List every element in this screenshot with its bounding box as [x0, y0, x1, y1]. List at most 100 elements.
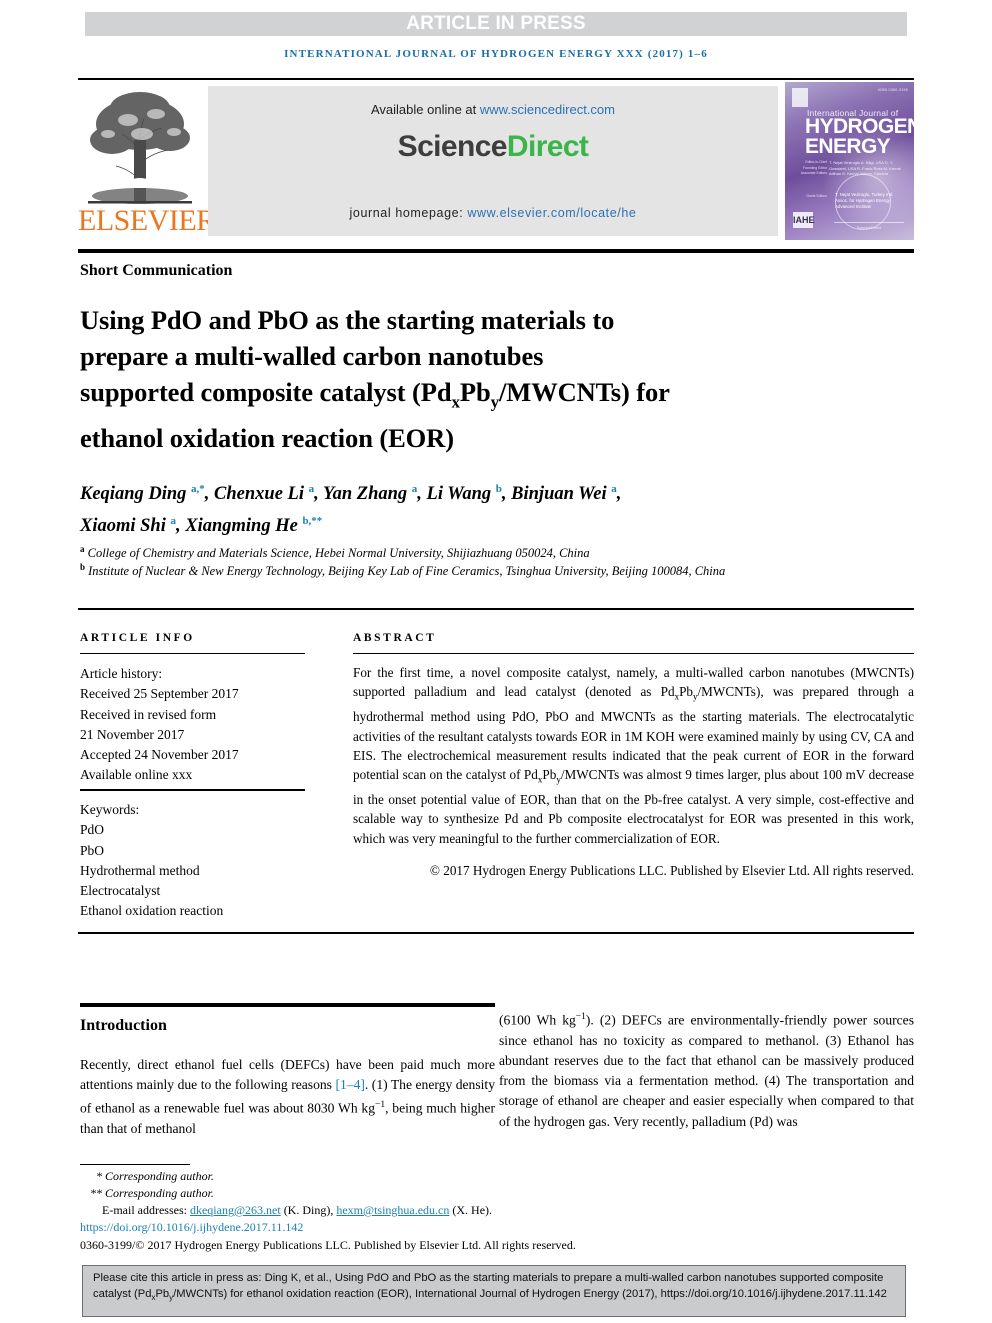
article-history-revised-date: 21 November 2017 [80, 726, 185, 742]
author-marker-b1: b [495, 483, 502, 495]
cover-footer-mark: ScienceDirect [834, 222, 904, 230]
title-sub-y: y [490, 392, 500, 412]
email-owner-he: (X. He). [449, 1203, 493, 1217]
abstract-heading: ABSTRACT [353, 632, 437, 644]
cite-part-3: /MWCNTs) for ethanol oxidation reaction … [173, 1287, 887, 1300]
article-history-block: Article history: Received 25 September 2… [80, 664, 315, 786]
info-section-bottom-rule [78, 932, 914, 934]
author-marker-a4: a [170, 515, 176, 528]
footnote-corresponding-author-2: ** Corresponding author. [90, 1186, 214, 1200]
available-online-line: Available online at www.sciencedirect.co… [208, 102, 778, 117]
page-title: Using PdO and PbO as the starting materi… [80, 302, 790, 456]
body-column-right: (6100 Wh kg−1). (2) DEFCs are environmen… [499, 1007, 914, 1132]
author-marker-a2: a [411, 483, 418, 495]
article-type-label: Short Communication [80, 262, 233, 279]
email-owner-ding: (K. Ding), [280, 1203, 337, 1217]
cover-iahe-badge: IAHE [793, 212, 815, 228]
author-marker-a-star: a,* [191, 483, 205, 495]
affiliation-b-text: Institute of Nuclear & New Energy Techno… [88, 564, 726, 579]
available-online-prefix: Available online at [370, 102, 480, 117]
title-line-1: Using PdO and PbO as the starting materi… [80, 305, 615, 335]
abstract-part-4: Pb [542, 767, 557, 783]
author-marker-b-star: b,** [302, 515, 323, 528]
keywords-block: Keywords: PdO PbO Hydrothermal method El… [80, 800, 315, 922]
article-history-received: Received 25 September 2017 [80, 686, 239, 702]
article-history-accepted: Accepted 24 November 2017 [80, 747, 239, 763]
intro-superscript-2: −1 [575, 1012, 586, 1022]
elsevier-wordmark: ELSEVIER [78, 204, 216, 237]
abstract-part-2: Pb [679, 684, 694, 700]
title-line-3a: supported composite catalyst (Pd [80, 377, 452, 407]
article-info-heading: ARTICLE INFO [80, 632, 195, 644]
keyword-item: Hydrothermal method [80, 862, 200, 878]
footnote-email-addresses: E-mail addresses: dkeqiang@263.net (K. D… [80, 1202, 662, 1219]
sciencedirect-logo: ScienceDirect [208, 130, 778, 164]
journal-homepage-line: journal homepage: www.elsevier.com/locat… [208, 206, 778, 220]
title-line-3b: Pb [459, 377, 491, 407]
sciencedirect-logo-direct: Direct [506, 130, 589, 163]
email-link-ding[interactable]: dkeqiang@263.net [190, 1203, 281, 1217]
cite-this-article-text: Please cite this article in press as: Di… [93, 1271, 897, 1305]
title-sub-x: x [451, 392, 460, 412]
footnote-separator-rule [80, 1164, 190, 1165]
intro-right-text-a: (6100 Wh kg [499, 1012, 576, 1028]
elsevier-logo: ELSEVIER [78, 82, 216, 240]
intro-superscript-1: −1 [375, 1100, 386, 1111]
journal-homepage-prefix: journal homepage: [349, 206, 468, 220]
masthead: ELSEVIER Available online at www.science… [78, 82, 914, 240]
keywords-divider-rule [80, 789, 305, 791]
abstract-underline [353, 653, 914, 654]
keyword-item: PbO [80, 842, 105, 858]
cover-publisher-mark [792, 88, 808, 107]
intro-right-text-b: ). (2) DEFCs are environmentally-friendl… [499, 1012, 914, 1129]
abstract-copyright: © 2017 Hydrogen Energy Publications LLC.… [429, 863, 914, 878]
cover-editor-names: T. Nejat Veziroglu A. Bilgi, USA D. Y. G… [829, 160, 901, 177]
cover-issn: ISSN 0360-3199 [877, 88, 908, 92]
body-column-left: Recently, direct ethanol fuel cells (DEF… [80, 1055, 495, 1139]
reference-link-1-4[interactable]: [1–4] [335, 1077, 364, 1092]
article-info-underline [80, 653, 305, 654]
article-history-label: Article history: [80, 666, 163, 681]
keyword-item: Ethanol oxidation reaction [80, 903, 224, 919]
affiliation-marker-a: a [80, 544, 85, 554]
journal-cover-image: ISSN 0360-3199 International Journal of … [785, 82, 914, 240]
title-line-3c: /MWCNTs) for [499, 377, 670, 407]
affiliation-b: b Institute of Nuclear & New Energy Tech… [80, 558, 770, 580]
cover-guest-editor-names: T. Nejat Veziroglu, Turkey Intl. Assoc. … [835, 192, 894, 209]
keywords-label: Keywords: [80, 802, 140, 817]
sciencedirect-url-link[interactable]: www.sciencedirect.com [480, 102, 615, 117]
affiliation-marker-b: b [80, 562, 86, 572]
masthead-top-rule [78, 78, 914, 80]
author-marker-a3: a [611, 483, 617, 495]
email-link-he[interactable]: hexm@tsinghua.edu.cn [336, 1203, 449, 1217]
email-addresses-label: E-mail addresses: [102, 1203, 190, 1217]
title-line-4: ethanol oxidation reaction (EOR) [80, 423, 454, 454]
cover-title-energy: ENERGY [805, 135, 891, 158]
keyword-item: PdO [80, 822, 105, 838]
author-list: Keqiang Ding a,*, Chenxue Li a, Yan Zhan… [80, 483, 622, 537]
elsevier-tree-icon [82, 84, 198, 208]
journal-homepage-link[interactable]: www.elsevier.com/locate/he [467, 206, 636, 220]
doi-link[interactable]: https://doi.org/10.1016/j.ijhydene.2017.… [80, 1219, 640, 1236]
author-marker-a1: a [308, 483, 315, 495]
cite-part-2: Pb [155, 1287, 170, 1300]
abstract-text: For the first time, a novel composite ca… [353, 663, 914, 848]
cover-editor-labels: Editor-in-Chief Founding Editor Associat… [800, 160, 827, 176]
masthead-bottom-rule [78, 249, 914, 253]
title-line-2: prepare a multi-walled carbon nanotubes [80, 341, 544, 371]
article-history-revised-label: Received in revised form [80, 706, 217, 722]
article-in-press-band: ARTICLE IN PRESS [85, 12, 907, 36]
introduction-heading: Introduction [80, 1017, 167, 1034]
article-history-available-online: Available online xxx [80, 767, 193, 783]
cover-title-hydrogen: HYDROGEN [805, 115, 914, 138]
journal-running-head: INTERNATIONAL JOURNAL OF HYDROGEN ENERGY… [284, 48, 708, 60]
info-section-top-rule [78, 608, 914, 610]
issn-copyright-line: 0360-3199/© 2017 Hydrogen Energy Publica… [80, 1238, 576, 1252]
article-in-press-label: ARTICLE IN PRESS [406, 13, 586, 34]
sciencedirect-panel: Available online at www.sciencedirect.co… [208, 86, 778, 236]
footnote-corresponding-author-1: * Corresponding author. [96, 1169, 214, 1183]
introduction-rule [80, 1003, 495, 1007]
cover-guest-editor-label: Guest Editors [806, 194, 827, 198]
cite-this-article-box: Please cite this article in press as: Di… [82, 1265, 906, 1317]
keyword-item: Electrocatalyst [80, 883, 161, 899]
